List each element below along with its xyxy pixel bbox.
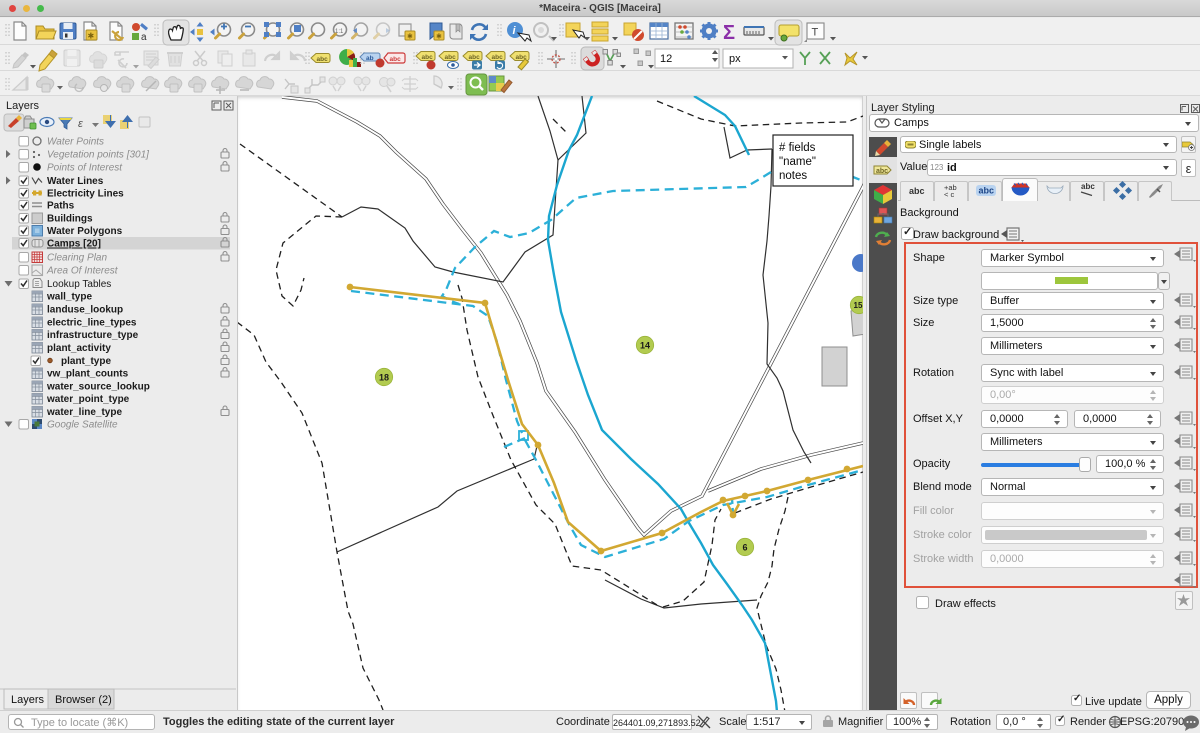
svg-text:1:1: 1:1	[335, 29, 344, 35]
svg-text:12: 12	[660, 53, 672, 65]
svg-text:Paths: Paths	[47, 201, 75, 212]
svg-text:a: a	[141, 32, 147, 43]
svg-text:14: 14	[640, 341, 650, 351]
svg-text:Water Lines: Water Lines	[47, 176, 104, 187]
svg-text:6: 6	[742, 543, 747, 553]
svg-text:Camps [20]: Camps [20]	[47, 239, 101, 250]
svg-text:vw_plant_counts: vw_plant_counts	[47, 369, 129, 380]
svg-text:✱: ✱	[88, 32, 95, 41]
svg-text:Vegetation points [301]: Vegetation points [301]	[47, 150, 149, 161]
svg-text:15: 15	[854, 301, 863, 310]
svg-text:water_point_type: water_point_type	[46, 394, 130, 405]
svg-text:abc: abc	[876, 168, 888, 175]
svg-text:Clearing Plan: Clearing Plan	[47, 253, 107, 264]
svg-text:Lookup Tables: Lookup Tables	[47, 279, 111, 290]
svg-text:px: px	[729, 53, 741, 65]
svg-text:ε: ε	[78, 118, 83, 130]
svg-text:Water Points: Water Points	[47, 137, 104, 148]
svg-text:✱: ✱	[436, 33, 442, 41]
svg-text:notes: notes	[779, 170, 807, 182]
svg-text:Browser (2): Browser (2)	[55, 694, 112, 706]
svg-text:plant_activity: plant_activity	[47, 343, 111, 354]
svg-text:Water Polygons: Water Polygons	[47, 226, 123, 237]
svg-text:abc: abc	[1081, 182, 1095, 191]
svg-text:Layers: Layers	[6, 100, 40, 112]
svg-text:electric_line_types: electric_line_types	[47, 318, 137, 329]
svg-text:Σ: Σ	[723, 22, 735, 44]
svg-text:abc: abc	[390, 56, 402, 63]
svg-text:Points of Interest: Points of Interest	[47, 163, 123, 174]
svg-text:landuse_lookup: landuse_lookup	[47, 305, 123, 316]
svg-text:plant_type: plant_type	[61, 356, 111, 367]
svg-text:# fields: # fields	[779, 142, 816, 154]
svg-text:Area Of Interest: Area Of Interest	[46, 266, 119, 277]
svg-text:water_line_type: water_line_type	[46, 407, 122, 418]
svg-text:Google Satellite: Google Satellite	[47, 420, 118, 431]
svg-text:infrastructure_type: infrastructure_type	[47, 330, 139, 341]
svg-text:abc: abc	[909, 186, 925, 196]
svg-text:"name": "name"	[779, 156, 816, 168]
svg-text:ab: ab	[366, 55, 374, 62]
svg-text:18: 18	[379, 373, 389, 383]
svg-text:wall_type: wall_type	[46, 292, 92, 303]
svg-text:water_source_lookup: water_source_lookup	[46, 382, 150, 393]
svg-text:T: T	[812, 27, 819, 39]
svg-text:abc: abc	[979, 186, 995, 196]
svg-text:✱: ✱	[407, 33, 413, 41]
svg-text:Electricity Lines: Electricity Lines	[47, 189, 124, 200]
svg-text:Layers: Layers	[11, 694, 45, 706]
svg-text:< c: < c	[944, 190, 954, 199]
svg-text:Buildings: Buildings	[47, 214, 93, 225]
